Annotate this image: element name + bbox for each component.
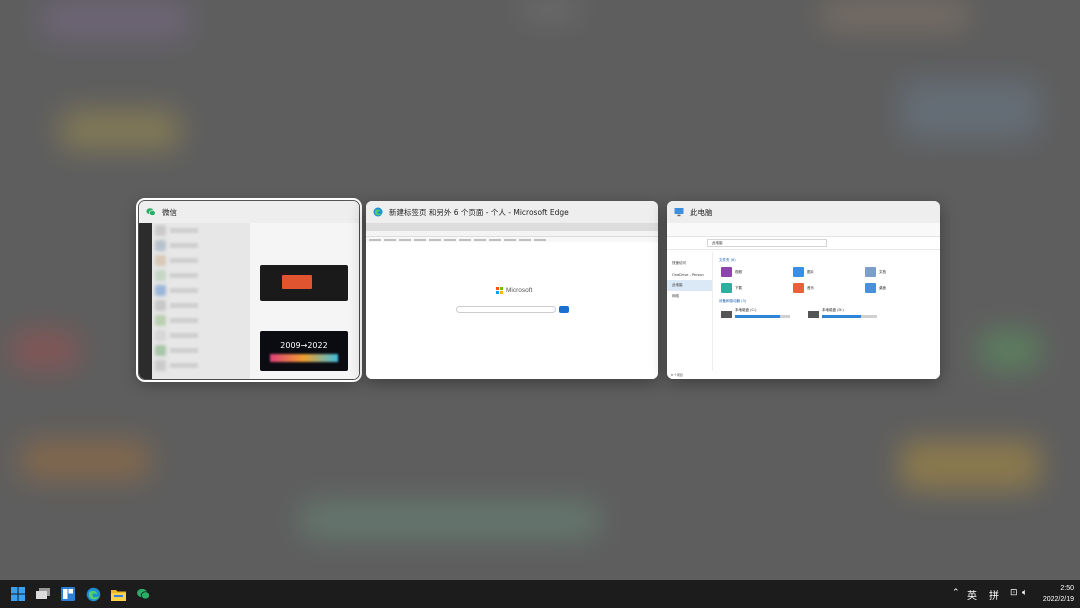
folder-label: 图片 [807, 269, 814, 274]
file-explorer-icon [110, 589, 126, 601]
window-title: 微信 [162, 207, 177, 217]
window-title: 新建标签页 和另外 6 个页面 - 个人 - Microsoft Edge [389, 207, 569, 217]
explorer-address-bar: 此电脑 [667, 237, 940, 250]
drive-icon [808, 311, 819, 318]
chevron-up-icon[interactable]: ⌃ [952, 588, 960, 598]
status-bar: 8 个项目 [671, 373, 683, 377]
microsoft-wordmark: Microsoft [506, 287, 533, 294]
folder-item: 视频 [721, 267, 793, 277]
folder-item: 桌面 [865, 283, 937, 293]
drive-usage-bar [735, 315, 790, 318]
clock-time: 2:50 [1060, 585, 1074, 592]
window-card-header: 此电脑 [667, 201, 940, 223]
drive-usage-bar [822, 315, 877, 318]
window-card-header: 微信 [139, 201, 359, 223]
folder-icon [793, 283, 804, 293]
folder-item: 音乐 [793, 283, 865, 293]
drive-list: 本地磁盘 (C:) 本地磁盘 (D:) [721, 308, 940, 318]
folder-label: 音乐 [807, 285, 814, 290]
window-card-file-explorer[interactable]: 此电脑 此电脑 快速访问 OneDrive - Person 此电脑 网络 文件… [667, 201, 940, 379]
folders-heading: 文件夹 (6) [719, 258, 736, 262]
folder-icon [721, 283, 732, 293]
edge-icon [373, 207, 383, 217]
task-view-button[interactable] [33, 584, 53, 604]
nav-item: 网络 [672, 294, 679, 298]
folder-grid: 视频 图片 文档下载 音乐 桌面 [721, 267, 940, 293]
nav-item: OneDrive - Person [672, 272, 704, 277]
taskbar: ⌃ 英 拼 ⊡ 🔈︎ 2:50 2022/2/19 [0, 580, 1080, 608]
folder-item: 下载 [721, 283, 793, 293]
nav-item: 此电脑 [667, 280, 712, 291]
search-button [559, 306, 569, 313]
search-box [456, 306, 556, 313]
folder-icon [721, 267, 732, 277]
chat-image-message: 2009→2022 [260, 331, 348, 371]
this-pc-icon [674, 207, 684, 217]
wechat-icon [136, 588, 150, 600]
drive-icon [721, 311, 732, 318]
wechat-taskbar-button[interactable] [133, 584, 153, 604]
chat-image-message [260, 265, 348, 301]
folder-icon [865, 283, 876, 293]
network-icon[interactable]: ⊡ [1010, 588, 1018, 598]
wechat-chat-list [152, 223, 250, 379]
window-card-edge[interactable]: 新建标签页 和另外 6 个页面 - 个人 - Microsoft Edge Mi… [366, 201, 658, 379]
widgets-button[interactable] [58, 584, 78, 604]
window-thumbnail: 此电脑 快速访问 OneDrive - Person 此电脑 网络 文件夹 (6… [667, 223, 940, 379]
address-text: 此电脑 [712, 240, 723, 245]
volume-icon[interactable]: 🔈︎ [1022, 588, 1027, 598]
folder-item: 图片 [793, 267, 865, 277]
folder-item: 文档 [865, 267, 937, 277]
window-thumbnail: 2009→2022 [139, 223, 359, 379]
drive-name: 本地磁盘 (D:) [822, 308, 844, 312]
edge-icon [86, 587, 100, 601]
clock[interactable]: 2:50 2022/2/19 [1043, 583, 1074, 605]
file-explorer-taskbar-button[interactable] [108, 584, 128, 604]
start-icon [11, 587, 25, 601]
ime-language-indicator[interactable]: 英 [967, 587, 977, 602]
drives-heading: 设备和驱动器 (3) [719, 299, 747, 303]
window-thumbnail: Microsoft [366, 223, 658, 379]
wechat-icon [146, 207, 156, 217]
window-card-wechat[interactable]: 微信 2009→2022 [136, 198, 362, 382]
microsoft-logo: Microsoft [496, 287, 532, 294]
window-card-header: 新建标签页 和另外 6 个页面 - 个人 - Microsoft Edge [366, 201, 658, 223]
task-switcher: 微信 2009→2022 新建标签页 和另外 6 个页面 - 个人 - Micr… [0, 0, 1080, 580]
explorer-nav-pane: 快速访问 OneDrive - Person 此电脑 网络 [667, 252, 713, 371]
folder-label: 文档 [879, 269, 886, 274]
clock-date: 2022/2/19 [1042, 596, 1074, 603]
folder-icon [865, 267, 876, 277]
wechat-sidebar [139, 223, 152, 379]
explorer-command-bar [667, 223, 940, 237]
desktop-icon [36, 588, 50, 599]
microsoft-logo-icon [496, 287, 503, 294]
start-button[interactable] [8, 584, 28, 604]
drive-item: 本地磁盘 (D:) [808, 308, 877, 318]
drive-item: 本地磁盘 (C:) [721, 308, 790, 318]
folder-icon [793, 267, 804, 277]
nav-item: 快速访问 [672, 261, 686, 265]
folder-label: 下载 [735, 285, 742, 290]
widgets-icon [61, 587, 75, 601]
ime-mode-indicator[interactable]: 拼 [989, 587, 999, 602]
window-title: 此电脑 [690, 207, 713, 217]
folder-label: 桌面 [879, 285, 886, 290]
explorer-content: 文件夹 (6) 视频 图片 文档下载 音乐 桌面 设备和驱动器 (3) 本地磁盘 (C:… [715, 252, 940, 371]
wechat-chat-pane: 2009→2022 [250, 223, 359, 379]
drive-name: 本地磁盘 (C:) [735, 308, 757, 312]
favorites-bar [366, 237, 658, 242]
browser-tab-strip [366, 223, 658, 231]
folder-label: 视频 [735, 269, 742, 274]
edge-taskbar-button[interactable] [83, 584, 103, 604]
